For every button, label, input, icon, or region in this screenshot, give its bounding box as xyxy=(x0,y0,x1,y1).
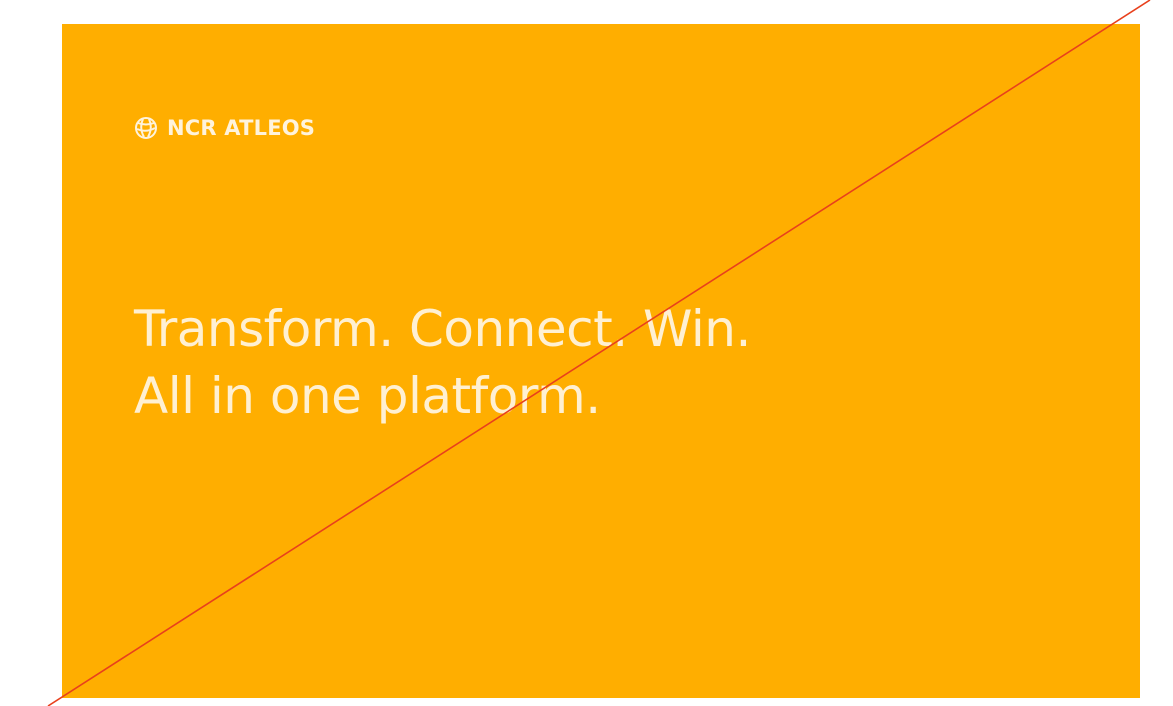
globe-icon xyxy=(135,117,157,139)
headline-line-1: Transform. Connect. Win. xyxy=(134,300,751,358)
page-canvas: NCR ATLEOS Transform. Connect. Win. All … xyxy=(0,0,1173,706)
headline-line-2: All in one platform. xyxy=(134,367,601,425)
hero-headline: Transform. Connect. Win. All in one plat… xyxy=(134,296,751,430)
brand-logo: NCR ATLEOS xyxy=(134,116,315,140)
promo-banner: NCR ATLEOS Transform. Connect. Win. All … xyxy=(62,24,1140,698)
brand-name: NCR ATLEOS xyxy=(167,116,316,140)
